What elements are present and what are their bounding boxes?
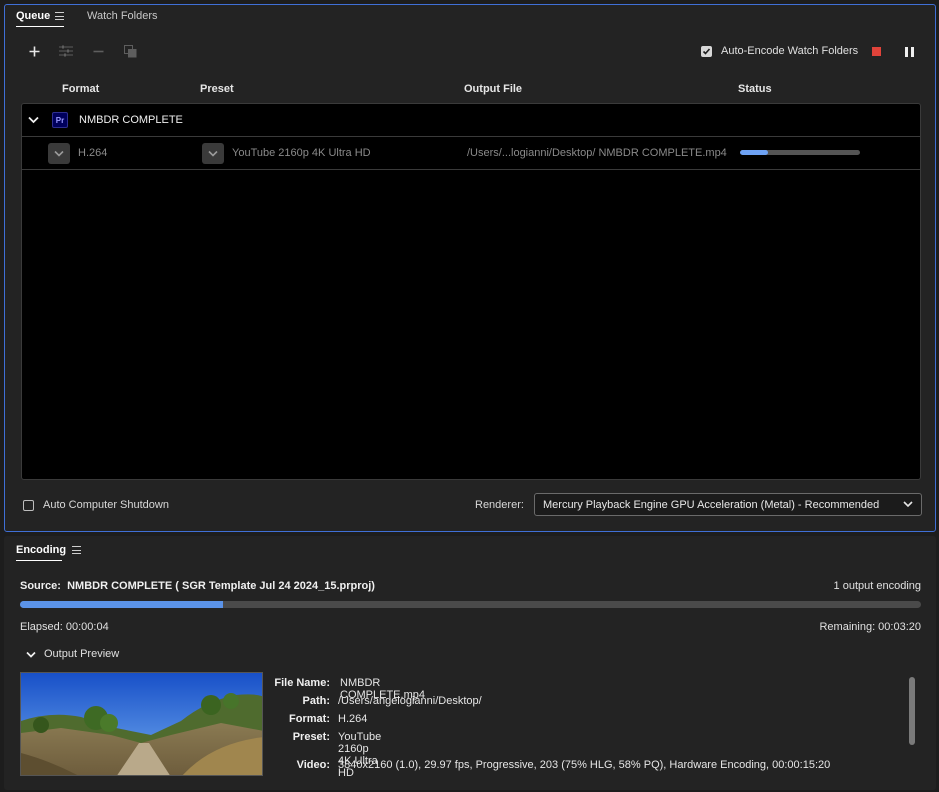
source-value: NMBDR COMPLETE ( SGR Template Jul 24 202… — [67, 580, 375, 592]
preset-key: Preset: — [292, 731, 330, 743]
output-preview-label: Output Preview — [44, 648, 120, 660]
output-count: 1 output encoding — [833, 580, 921, 592]
queue-item-row[interactable]: H.264 YouTube 2160p 4K Ultra HD /Users/.… — [22, 137, 920, 170]
auto-shutdown-checkbox[interactable] — [23, 499, 34, 511]
item-preset[interactable]: YouTube 2160p 4K Ultra HD — [232, 147, 371, 159]
format-key: Format: — [289, 713, 330, 725]
file-name-key: File Name: — [274, 677, 330, 689]
elapsed-time: Elapsed: 00:00:04 — [20, 621, 109, 633]
path-key: Path: — [302, 695, 331, 707]
column-output-file: Output File — [464, 83, 523, 95]
premiere-icon: Pr — [52, 112, 68, 128]
video-key: Video: — [296, 759, 330, 771]
queue-list[interactable]: Pr NMBDR COMPLETE H.264 YouTube 2160p 4K… — [21, 103, 921, 480]
pause-button[interactable] — [905, 47, 914, 57]
group-name: NMBDR COMPLETE — [79, 114, 183, 126]
encoding-progress-fill — [20, 601, 223, 608]
renderer-value: Mercury Playback Engine GPU Acceleration… — [543, 498, 880, 511]
stop-button[interactable] — [872, 47, 881, 56]
renderer-label: Renderer: — [475, 499, 524, 511]
auto-shutdown-label: Auto Computer Shutdown — [43, 499, 169, 511]
panel-menu-icon[interactable] — [55, 12, 65, 20]
sliders-icon — [59, 45, 73, 57]
tab-watch-folders-label: Watch Folders — [87, 10, 158, 22]
chevron-down-icon — [54, 150, 64, 157]
output-preview-thumbnail — [20, 672, 263, 776]
checkmark-icon — [702, 47, 711, 55]
queue-group-row[interactable]: Pr NMBDR COMPLETE — [22, 104, 920, 137]
auto-encode-checkbox[interactable] — [701, 45, 712, 57]
settings-button[interactable] — [56, 41, 76, 61]
tab-queue-label: Queue — [16, 10, 51, 22]
tab-encoding[interactable]: Encoding — [16, 544, 82, 561]
item-progress-fill — [740, 150, 768, 155]
column-preset: Preset — [200, 83, 234, 95]
queue-panel: Queue Watch Folders Auto-Encode Watch Fo… — [4, 4, 936, 532]
column-status: Status — [738, 83, 772, 95]
auto-encode-label: Auto-Encode Watch Folders — [721, 45, 859, 57]
add-source-button[interactable] — [24, 41, 44, 61]
source-label: Source: — [20, 580, 61, 592]
format-dropdown[interactable] — [48, 143, 70, 164]
minus-icon — [93, 50, 103, 52]
duplicate-icon — [123, 44, 136, 57]
plus-icon — [29, 46, 39, 56]
chevron-down-icon — [208, 150, 218, 157]
remove-button[interactable] — [88, 41, 108, 61]
renderer-select[interactable]: Mercury Playback Engine GPU Acceleration… — [534, 493, 922, 516]
column-format: Format — [62, 83, 100, 95]
item-format[interactable]: H.264 — [78, 147, 107, 159]
auto-shutdown-toggle[interactable]: Auto Computer Shutdown — [23, 499, 169, 511]
source-line: Source: NMBDR COMPLETE ( SGR Template Ju… — [20, 580, 375, 592]
details-scrollbar[interactable] — [909, 677, 915, 745]
preset-value: YouTube 2160p 4K Ultra HD — [338, 731, 382, 779]
encoding-progress-bar — [20, 601, 921, 608]
auto-encode-toggle[interactable]: Auto-Encode Watch Folders — [701, 45, 858, 57]
tab-queue[interactable]: Queue — [16, 10, 65, 27]
chevron-down-icon[interactable] — [28, 116, 39, 124]
chevron-down-icon — [903, 501, 913, 508]
tab-watch-folders[interactable]: Watch Folders — [87, 10, 158, 22]
item-output-file[interactable]: /Users/...logianni/Desktop/ NMBDR COMPLE… — [467, 147, 727, 159]
panel-menu-icon[interactable] — [72, 546, 82, 554]
encoding-title: Encoding — [16, 544, 67, 556]
output-preview-toggle[interactable]: Output Preview — [26, 648, 119, 660]
preset-dropdown[interactable] — [202, 143, 224, 164]
pause-icon — [905, 47, 914, 57]
chevron-down-icon — [26, 651, 36, 658]
remaining-time: Remaining: 00:03:20 — [819, 621, 921, 633]
format-value: H.264 — [338, 713, 368, 725]
item-progress-bar — [740, 150, 860, 155]
duplicate-button[interactable] — [120, 41, 140, 61]
encoding-panel: Encoding Source: NMBDR COMPLETE ( SGR Te… — [4, 536, 936, 790]
path-value: /Users/angelogianni/Desktop/ — [338, 695, 482, 707]
video-value: 3840x2160 (1.0), 29.97 fps, Progressive,… — [338, 759, 831, 771]
